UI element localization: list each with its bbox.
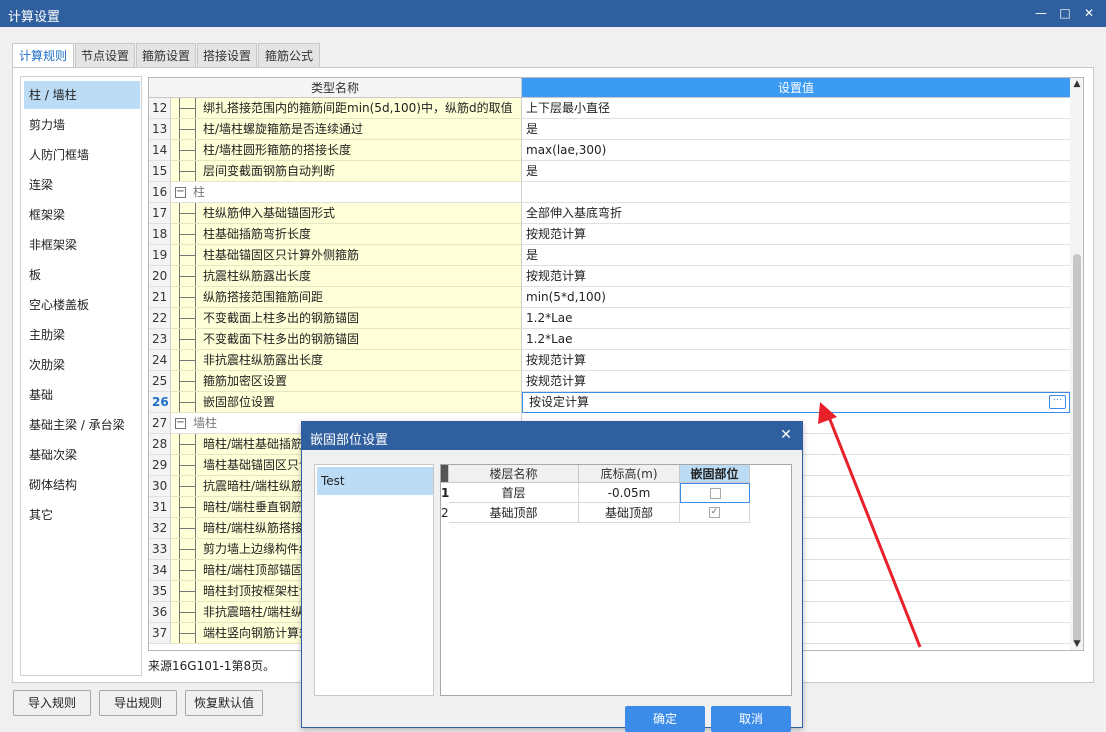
annotation-arrow-line <box>825 411 922 648</box>
annotation-arrow <box>818 402 922 648</box>
annotation-arrow-head <box>818 402 837 424</box>
